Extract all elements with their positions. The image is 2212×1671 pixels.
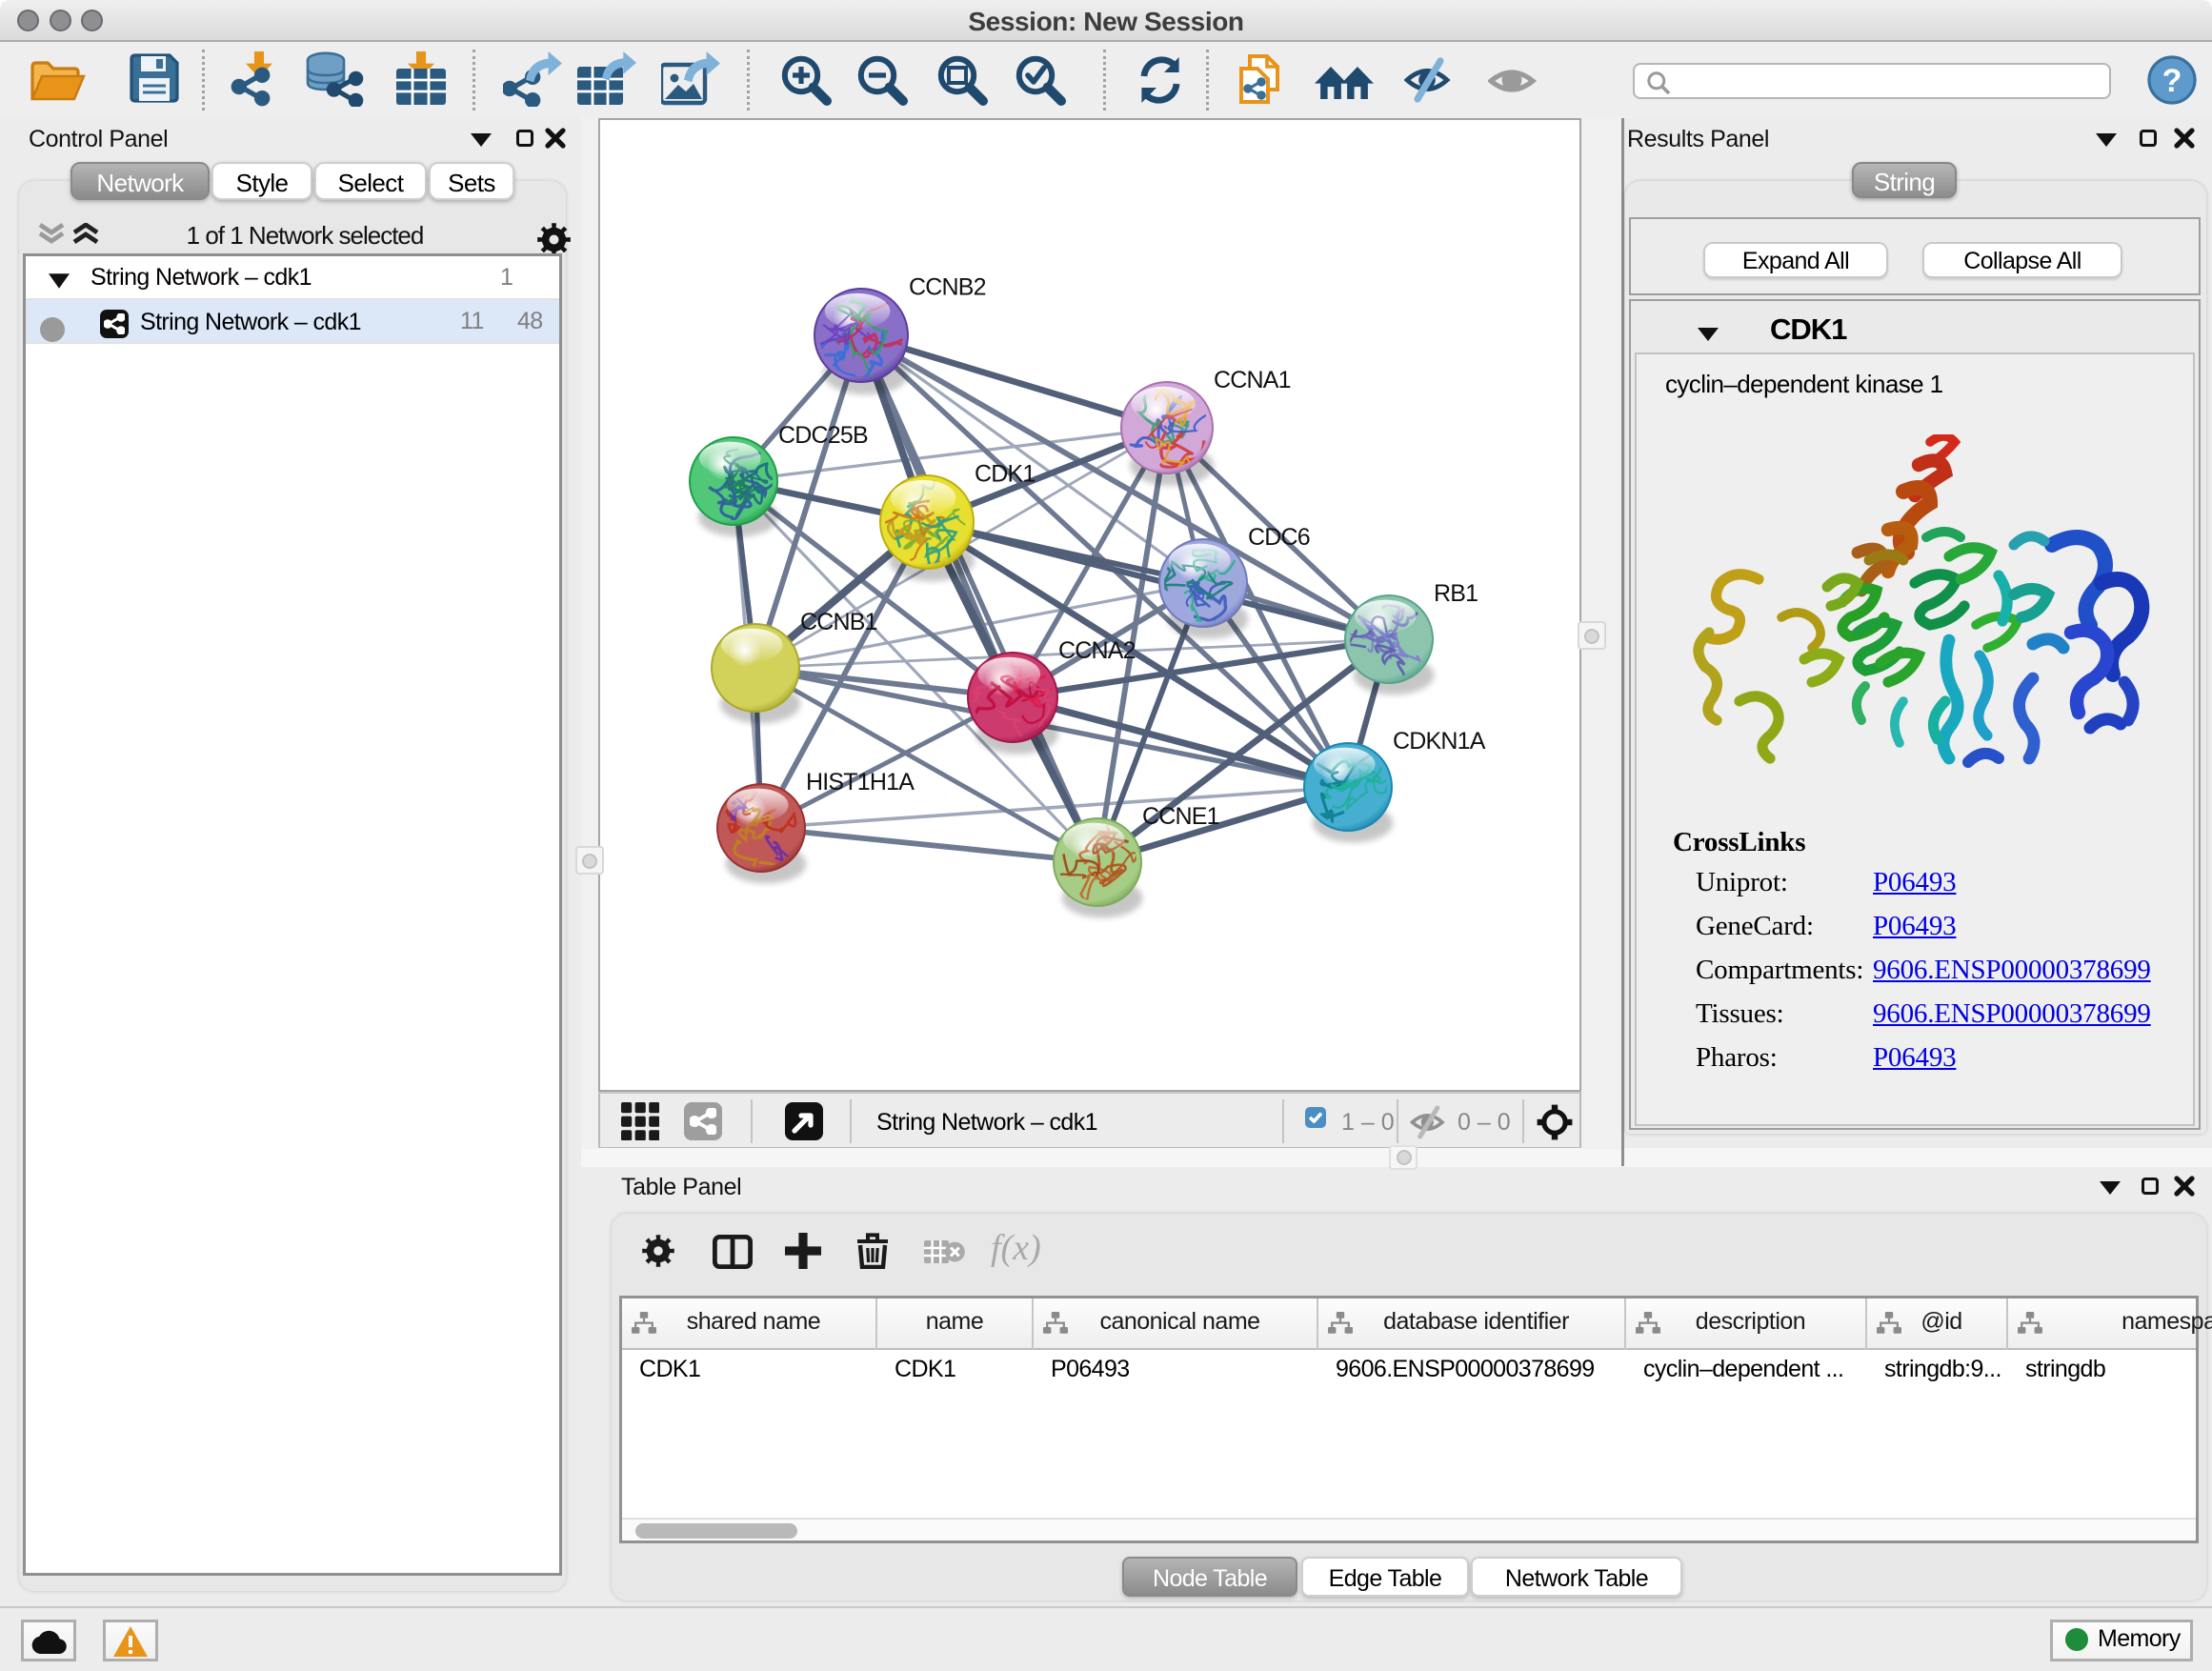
- svg-text:CDKN1A: CDKN1A: [1393, 728, 1486, 755]
- svg-text:CCNA1: CCNA1: [1214, 367, 1291, 393]
- svg-text:CCNB2: CCNB2: [909, 273, 986, 300]
- svg-text:HIST1H1A: HIST1H1A: [806, 769, 915, 795]
- svg-text:CDK1: CDK1: [975, 460, 1036, 487]
- svg-text:RB1: RB1: [1434, 580, 1478, 607]
- svg-text:CDC6: CDC6: [1248, 524, 1310, 551]
- svg-text:?: ?: [2162, 63, 2182, 99]
- svg-text:CCNE1: CCNE1: [1142, 803, 1219, 830]
- svg-text:CCNB1: CCNB1: [800, 609, 877, 635]
- svg-text:CDC25B: CDC25B: [778, 422, 868, 449]
- svg-text:CCNA2: CCNA2: [1058, 637, 1136, 664]
